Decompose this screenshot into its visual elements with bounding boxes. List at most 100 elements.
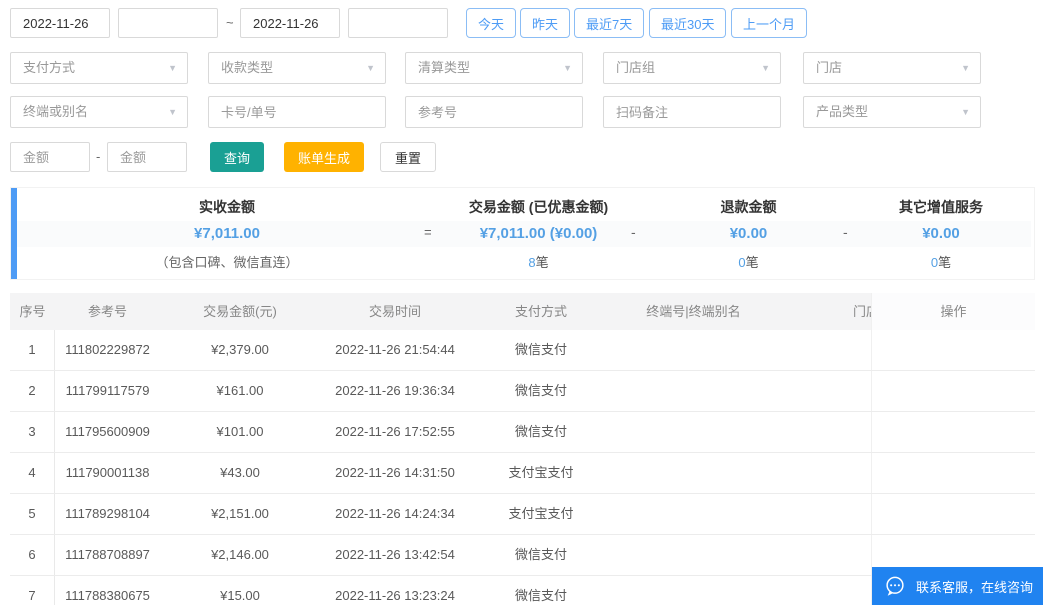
terminal-alias-select-label: 终端或别名 bbox=[23, 104, 89, 119]
summary-other-services: 其它增值服务 ¥0.00 0笔 bbox=[851, 188, 1031, 279]
header-method: 支付方式 bbox=[514, 304, 567, 319]
cell-amount: ¥15.00 bbox=[220, 588, 260, 603]
cell-amount: ¥161.00 bbox=[216, 383, 264, 398]
cell-method: 微信支付 bbox=[514, 383, 567, 398]
summary-received-title: 实收金额 bbox=[199, 199, 255, 215]
summary-refund-count-unit: 笔 bbox=[745, 255, 759, 270]
collection-type-select[interactable]: 收款类型 ▼ bbox=[208, 52, 386, 84]
summary-other-title: 其它增值服务 bbox=[899, 199, 983, 215]
table-header-row: 序号 参考号 交易金额(元) 交易时间 支付方式 终端号|终端别名 门店 操作 bbox=[10, 293, 1035, 330]
chevron-down-icon: ▼ bbox=[961, 63, 970, 73]
cell-amount: ¥2,146.00 bbox=[211, 547, 269, 562]
summary-refund-value: ¥0.00 bbox=[646, 221, 851, 247]
cell-store bbox=[775, 576, 871, 605]
start-date-input[interactable] bbox=[10, 8, 110, 38]
settlement-type-select[interactable]: 清算类型 ▼ bbox=[405, 52, 583, 84]
header-no: 序号 bbox=[19, 304, 46, 319]
cell-no: 1 bbox=[10, 330, 55, 370]
cell-terminal bbox=[612, 453, 775, 493]
chevron-down-icon: ▼ bbox=[168, 63, 177, 73]
cell-ref: 111795600909 bbox=[65, 424, 150, 439]
cell-store bbox=[775, 412, 871, 452]
amount-min-input[interactable] bbox=[10, 142, 90, 172]
amount-max-input[interactable] bbox=[107, 142, 187, 172]
cell-no: 4 bbox=[10, 453, 55, 493]
table-row[interactable]: 5 111789298104 ¥2,151.00 2022-11-26 14:2… bbox=[10, 494, 1035, 535]
quick-last7days-button[interactable]: 最近7天 bbox=[574, 8, 645, 38]
card-order-no-input[interactable] bbox=[208, 96, 386, 128]
cell-terminal bbox=[612, 576, 775, 605]
cell-no: 5 bbox=[10, 494, 55, 534]
table-row[interactable]: 3 111795600909 ¥101.00 2022-11-26 17:52:… bbox=[10, 412, 1035, 453]
cell-time: 2022-11-26 21:54:44 bbox=[335, 342, 455, 357]
terminal-alias-select[interactable]: 终端或别名 ▼ bbox=[10, 96, 188, 128]
cell-no: 6 bbox=[10, 535, 55, 575]
amount-range-dash: - bbox=[96, 149, 101, 164]
cell-store bbox=[775, 494, 871, 534]
cell-time: 2022-11-26 13:42:54 bbox=[335, 547, 455, 562]
table-row[interactable]: 2 111799117579 ¥161.00 2022-11-26 19:36:… bbox=[10, 371, 1035, 412]
table-row[interactable]: 1 111802229872 ¥2,379.00 2022-11-26 21:5… bbox=[10, 330, 1035, 371]
header-time: 交易时间 bbox=[368, 304, 421, 319]
summary-received-value: ¥7,011.00 bbox=[17, 221, 437, 247]
generate-bill-button[interactable]: 账单生成 bbox=[284, 142, 365, 172]
cell-method: 微信支付 bbox=[514, 424, 567, 439]
quick-lastmonth-button[interactable]: 上一个月 bbox=[731, 8, 808, 38]
summary-transaction-discount: (¥0.00) bbox=[549, 225, 598, 242]
payment-method-select-label: 支付方式 bbox=[23, 60, 76, 75]
cell-ref: 111799117579 bbox=[65, 383, 150, 398]
header-ref: 参考号 bbox=[87, 304, 127, 319]
summary-refund-count: 0 bbox=[738, 255, 746, 270]
cell-store bbox=[775, 330, 871, 370]
quick-last30days-button[interactable]: 最近30天 bbox=[649, 8, 727, 38]
cell-ref: 111788708897 bbox=[65, 547, 150, 562]
summary-transaction-count-unit: 笔 bbox=[535, 255, 549, 270]
end-time-input[interactable] bbox=[348, 8, 448, 38]
store-group-select[interactable]: 门店组 ▼ bbox=[603, 52, 781, 84]
cell-store bbox=[775, 453, 871, 493]
header-amount: 交易金额(元) bbox=[203, 304, 277, 319]
quick-yesterday-button[interactable]: 昨天 bbox=[520, 8, 571, 38]
summary-other-count-unit: 笔 bbox=[938, 255, 952, 270]
reference-no-input[interactable] bbox=[405, 96, 583, 128]
summary-transaction-amount: 交易金额 (已优惠金额) ¥7,011.00 (¥0.00) 8笔 bbox=[431, 188, 646, 279]
end-date-input[interactable] bbox=[240, 8, 340, 38]
cell-ref: 111789298104 bbox=[65, 506, 150, 521]
product-type-select[interactable]: 产品类型 ▼ bbox=[803, 96, 981, 128]
cell-ref: 111790001138 bbox=[65, 465, 150, 480]
summary-received-amount: 实收金额 ¥7,011.00 （包含口碑、微信直连） bbox=[17, 188, 437, 279]
store-select-label: 门店 bbox=[816, 60, 843, 75]
cell-no: 3 bbox=[10, 412, 55, 452]
cell-ops bbox=[871, 412, 1035, 452]
header-terminal: 终端号|终端别名 bbox=[646, 304, 741, 319]
cell-store bbox=[775, 371, 871, 411]
cell-terminal bbox=[612, 494, 775, 534]
store-group-select-label: 门店组 bbox=[616, 60, 656, 75]
scan-note-input[interactable] bbox=[603, 96, 781, 128]
store-select[interactable]: 门店 ▼ bbox=[803, 52, 981, 84]
cell-terminal bbox=[612, 371, 775, 411]
chevron-down-icon: ▼ bbox=[366, 63, 375, 73]
cell-ref: 111788380675 bbox=[65, 588, 150, 603]
cell-amount: ¥2,379.00 bbox=[211, 342, 269, 357]
table-row[interactable]: 4 111790001138 ¥43.00 2022-11-26 14:31:5… bbox=[10, 453, 1035, 494]
cell-store bbox=[775, 535, 871, 575]
query-button[interactable]: 查询 bbox=[210, 142, 265, 172]
summary-panel: 实收金额 ¥7,011.00 （包含口碑、微信直连） = 交易金额 (已优惠金额… bbox=[10, 187, 1035, 280]
quick-today-button[interactable]: 今天 bbox=[466, 8, 517, 38]
customer-service-widget[interactable]: 联系客服，在线咨询 bbox=[872, 567, 1043, 605]
transaction-query-page: ~ 今天 昨天 最近7天 最近30天 上一个月 支付方式 ▼ 收款类型 ▼ 清算… bbox=[0, 0, 1043, 605]
cell-time: 2022-11-26 19:36:34 bbox=[335, 383, 455, 398]
start-time-input[interactable] bbox=[118, 8, 218, 38]
cell-terminal bbox=[612, 535, 775, 575]
summary-received-note: （包含口碑、微信直连） bbox=[155, 255, 299, 270]
reset-button[interactable]: 重置 bbox=[380, 142, 437, 172]
cell-time: 2022-11-26 17:52:55 bbox=[335, 424, 455, 439]
settlement-type-select-label: 清算类型 bbox=[418, 60, 471, 75]
cell-method: 微信支付 bbox=[514, 547, 567, 562]
summary-transaction-value: ¥7,011.00 bbox=[479, 225, 546, 242]
payment-method-select[interactable]: 支付方式 ▼ bbox=[10, 52, 188, 84]
cell-no: 2 bbox=[10, 371, 55, 411]
chat-bubble-icon bbox=[886, 576, 904, 596]
summary-refund-amount: 退款金额 ¥0.00 0笔 bbox=[646, 188, 851, 279]
